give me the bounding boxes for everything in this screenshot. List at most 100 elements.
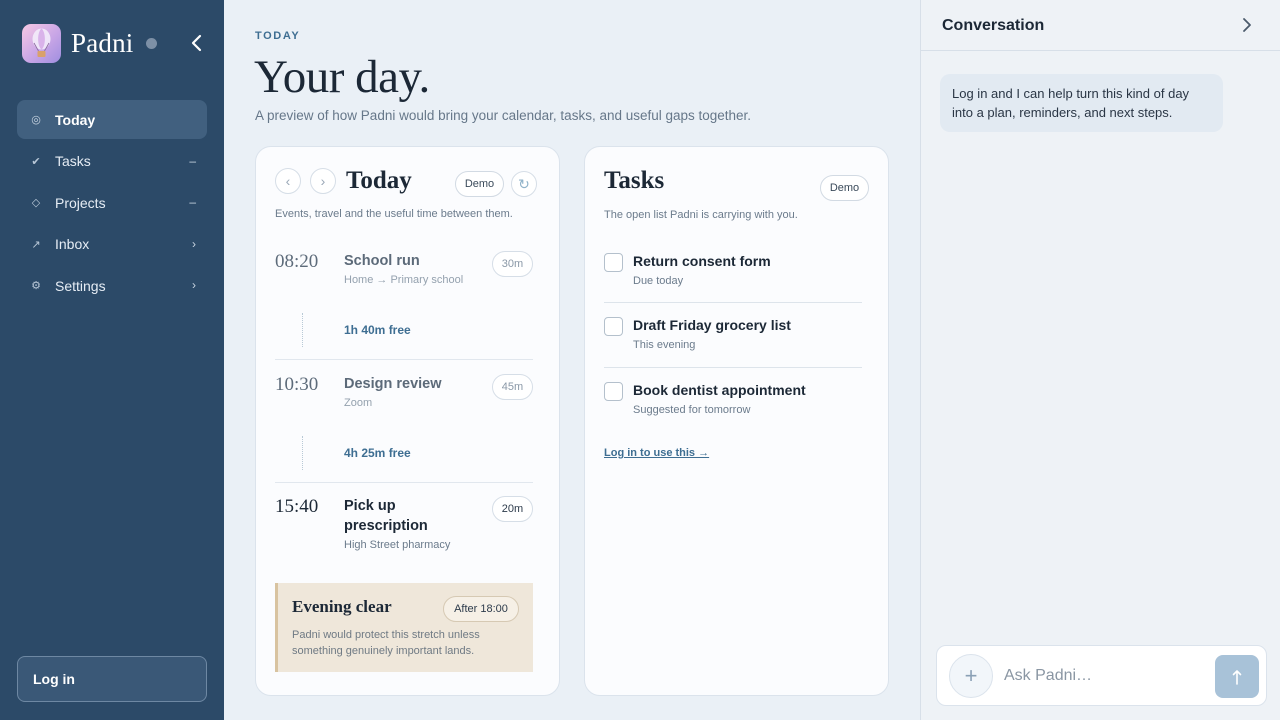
task-title: Return consent form	[633, 253, 771, 269]
sidebar-item-projects[interactable]: ◇ Projects –	[17, 183, 207, 222]
chevron-right-icon: ›	[192, 278, 196, 292]
tasks-card-title: Tasks	[604, 167, 665, 194]
task-item: Draft Friday grocery list This evening	[604, 317, 862, 357]
task-due: Due today	[633, 275, 684, 287]
today-card: ‹ › Today Demo ↻ Events, travel and the …	[255, 146, 560, 696]
task-due: Suggested for tomorrow	[633, 404, 751, 416]
send-button[interactable]	[1215, 655, 1259, 698]
free-gap: 1h 40m free	[275, 313, 533, 347]
today-card-description: Events, travel and the useful time betwe…	[275, 208, 513, 220]
divider	[275, 359, 533, 360]
event-duration: 20m	[492, 496, 533, 522]
task-checkbox[interactable]	[604, 317, 623, 336]
task-item: Return consent form Due today	[604, 253, 862, 293]
collapse-sidebar-button[interactable]	[184, 30, 208, 56]
event-item[interactable]: 15:40 Pick up prescription High Street p…	[275, 496, 533, 556]
login-to-use-link[interactable]: Log in to use this →	[604, 447, 709, 459]
task-title: Book dentist appointment	[633, 382, 806, 398]
event-time: 15:40	[275, 496, 319, 517]
task-checkbox[interactable]	[604, 253, 623, 272]
event-location: High Street pharmacy	[344, 539, 451, 551]
main-content: TODAY Your day. A preview of how Padni w…	[224, 0, 920, 720]
free-gap: 4h 25m free	[275, 436, 533, 470]
event-item[interactable]: 08:20 School run Home → Primary school 3…	[275, 251, 533, 299]
collapse-dash-icon: –	[189, 195, 196, 209]
event-location: Zoom	[344, 397, 373, 409]
event-time: 08:20	[275, 251, 319, 272]
message-composer: +	[936, 645, 1267, 706]
sidebar-item-tasks[interactable]: ✔ Tasks –	[17, 142, 207, 181]
event-location: Home → Primary school	[344, 274, 464, 286]
divider	[275, 482, 533, 483]
page-title: Your day.	[254, 51, 430, 103]
conversation-title: Conversation	[942, 17, 1045, 34]
sidebar-item-label: Inbox	[55, 236, 90, 252]
assistant-message: Log in and I can help turn this kind of …	[940, 74, 1223, 132]
chevron-right-icon	[1243, 18, 1251, 32]
status-dot-icon	[145, 38, 157, 49]
plus-icon: +	[964, 663, 978, 688]
sidebar-nav: ◎ Today ✔ Tasks – ◇ Projects – ↗ Inbox ›…	[17, 100, 207, 308]
arrow-up-right-icon: ↗	[31, 238, 41, 251]
evening-description: Padni would protect this stretch unless …	[292, 629, 480, 657]
conversation-panel: Conversation Log in and I can help turn …	[920, 0, 1280, 720]
login-button[interactable]: Log in	[17, 656, 207, 702]
check-icon: ✔	[31, 155, 41, 168]
event-title: Pick up prescription	[344, 498, 428, 534]
diamond-icon: ◇	[31, 197, 41, 209]
brand: Padni	[22, 24, 157, 63]
sidebar-item-inbox[interactable]: ↗ Inbox ›	[17, 225, 207, 264]
today-card-title: Today	[346, 167, 412, 194]
evening-title: Evening clear	[292, 597, 392, 616]
task-item: Book dentist appointment Suggested for t…	[604, 382, 862, 422]
refresh-icon: ↻	[518, 175, 530, 192]
demo-badge: Demo	[820, 175, 869, 201]
event-item[interactable]: 10:30 Design review Zoom 45m	[275, 374, 533, 422]
target-icon: ◎	[31, 114, 41, 126]
add-attachment-button[interactable]: +	[949, 654, 993, 698]
divider	[604, 367, 862, 368]
gap-connector	[302, 313, 303, 347]
collapse-dash-icon: –	[189, 153, 196, 168]
event-title: School run	[344, 253, 420, 269]
event-time: 10:30	[275, 374, 319, 395]
conversation-header: Conversation	[921, 0, 1280, 51]
event-duration: 30m	[492, 251, 533, 277]
task-title: Draft Friday grocery list	[633, 317, 791, 333]
evening-time-badge: After 18:00	[443, 596, 519, 622]
close-conversation-button[interactable]	[1236, 14, 1258, 36]
ask-input[interactable]	[1004, 664, 1204, 688]
event-duration: 45m	[492, 374, 533, 400]
tasks-card: Tasks Demo The open list Padni is carryi…	[584, 146, 889, 696]
page-eyebrow: TODAY	[255, 30, 301, 42]
sidebar-item-label: Settings	[55, 277, 106, 294]
next-day-button[interactable]: ›	[310, 168, 336, 194]
chevron-left-icon	[191, 34, 202, 52]
sidebar-item-label: Tasks	[55, 153, 91, 169]
sidebar-item-today[interactable]: ◎ Today	[17, 100, 207, 139]
page-subtitle: A preview of how Padni would bring your …	[255, 108, 752, 123]
refresh-button[interactable]: ↻	[511, 171, 537, 197]
task-due: This evening	[633, 339, 696, 351]
gear-icon: ⚙	[31, 280, 41, 292]
balloon-logo-icon	[22, 24, 61, 63]
tasks-card-description: The open list Padni is carrying with you…	[604, 209, 798, 221]
sidebar: Padni ◎ Today ✔ Tasks – ◇ Projects – ↗ I…	[0, 0, 224, 720]
sidebar-item-settings[interactable]: ⚙ Settings ›	[17, 266, 207, 305]
gap-label: 4h 25m free	[344, 446, 411, 460]
evening-clear-block: Evening clear After 18:00 Padni would pr…	[275, 583, 533, 672]
chevron-right-icon: ›	[192, 236, 196, 251]
divider	[604, 302, 862, 303]
chevron-right-icon: ›	[320, 173, 326, 189]
event-title: Design review	[344, 376, 442, 392]
gap-connector	[302, 436, 303, 470]
arrow-up-icon	[1232, 669, 1242, 685]
gap-label: 1h 40m free	[344, 323, 411, 337]
sidebar-item-label: Projects	[55, 194, 106, 211]
chevron-left-icon: ‹	[285, 173, 291, 189]
task-checkbox[interactable]	[604, 382, 623, 401]
sidebar-item-label: Today	[55, 111, 96, 128]
previous-day-button[interactable]: ‹	[275, 168, 301, 194]
brand-name: Padni	[71, 28, 134, 58]
demo-badge: Demo	[455, 171, 504, 197]
